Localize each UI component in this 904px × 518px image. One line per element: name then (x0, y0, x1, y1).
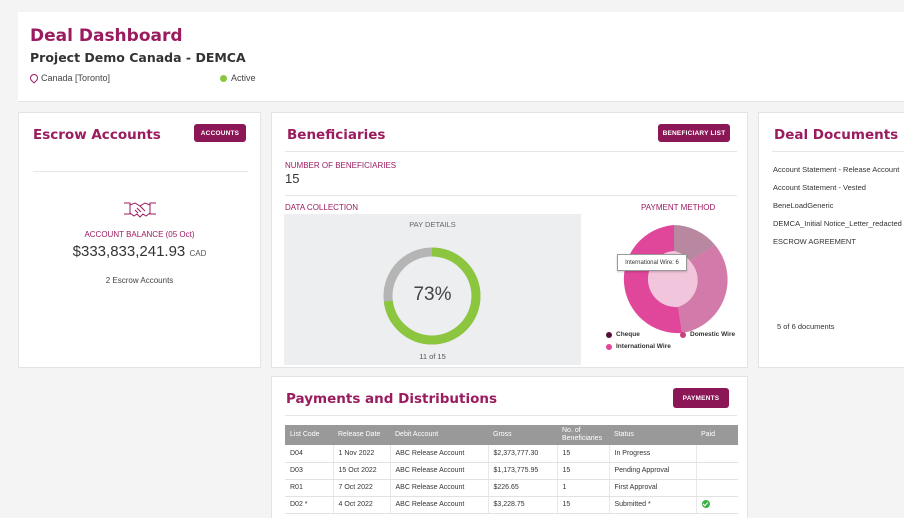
beneficiary-count-label: NUMBER OF BENEFICIARIES (285, 161, 397, 170)
cell-beneficiaries: 15 (557, 496, 610, 514)
escrow-title: Escrow Accounts (33, 127, 161, 143)
legend-international-wire: International Wire (606, 343, 671, 350)
cell-status: First Approval (609, 479, 697, 497)
column-header[interactable]: Paid (696, 425, 738, 445)
pay-details-count: 11 of 15 (419, 352, 446, 361)
divider (285, 151, 737, 152)
pay-details-percent: 73% (413, 284, 452, 305)
status-text: Active (231, 73, 256, 83)
beneficiaries-title: Beneficiaries (287, 127, 386, 143)
cell-list-code: D04 (285, 445, 334, 463)
cell-paid (696, 479, 738, 497)
cell-paid (696, 445, 738, 463)
status-dot-icon (220, 74, 227, 82)
column-header[interactable]: Gross (488, 425, 557, 445)
legend-dot-icon (606, 343, 612, 350)
cell-release-date: 1 Nov 2022 (333, 445, 391, 463)
cell-debit-account: ABC Release Account (390, 462, 489, 480)
cell-debit-account: ABC Release Account (390, 496, 489, 514)
paid-check-icon (701, 499, 710, 508)
balance-label: ACCOUNT BALANCE (05 Oct) (84, 230, 195, 239)
legend-dot-icon (606, 331, 612, 338)
payments-title: Payments and Distributions (286, 391, 498, 407)
legend-cheque: Cheque (606, 331, 640, 338)
payments-button[interactable]: PAYMENTS (673, 388, 729, 408)
location-text: Canada [Toronto] (41, 73, 111, 83)
documents-title: Deal Documents (774, 127, 899, 143)
data-collection-label: DATA COLLECTION (285, 203, 359, 212)
divider (285, 195, 737, 196)
deal-documents-card: Deal Documents Account Statement - Relea… (758, 112, 904, 368)
document-link[interactable]: BeneLoadGeneric (773, 201, 833, 210)
location-pin-icon (28, 72, 40, 84)
cell-beneficiaries: 1 (557, 479, 610, 497)
document-link[interactable]: DEMCA_Initial Notice_Letter_redacted (773, 219, 902, 228)
cell-debit-account: ABC Release Account (390, 445, 489, 463)
payment-method-donut (623, 225, 728, 334)
location: Canada [Toronto] (28, 72, 111, 84)
table-row[interactable]: R01 7 Oct 2022 ABC Release Account $226.… (285, 479, 738, 497)
deal-header: Deal Dashboard Project Demo Canada - DEM… (18, 12, 904, 102)
balance-currency: CAD (189, 249, 207, 258)
cell-gross: $3,228.75 (488, 496, 558, 514)
cell-beneficiaries: 15 (557, 462, 610, 480)
legend-domestic-wire: Domestic Wire (680, 331, 735, 338)
beneficiary-list-button[interactable]: BENEFICIARY LIST (658, 124, 730, 142)
pay-details-panel: PAY DETAILS 73% 11 of 15 (284, 214, 581, 365)
cell-release-date: 15 Oct 2022 (333, 462, 391, 480)
page-title: Deal Dashboard (30, 26, 183, 46)
document-link[interactable]: ESCROW AGREEMENT (773, 237, 856, 246)
table-row[interactable]: D03 15 Oct 2022 ABC Release Account $1,1… (285, 462, 738, 480)
table-row[interactable]: D04 1 Nov 2022 ABC Release Account $2,37… (285, 445, 738, 463)
divider (285, 415, 737, 416)
beneficiaries-card: Beneficiaries BENEFICIARY LIST NUMBER OF… (271, 112, 748, 368)
table-row[interactable]: D02 * 4 Oct 2022 ABC Release Account $3,… (285, 496, 738, 514)
cell-beneficiaries: 15 (557, 445, 610, 463)
cell-status: Submitted * (609, 496, 697, 514)
cell-gross: $1,173,775.95 (488, 462, 558, 480)
column-header[interactable]: No. of Beneficiaries (557, 425, 609, 445)
column-header[interactable]: Status (609, 425, 696, 445)
document-link[interactable]: Account Statement - Vested (773, 183, 866, 192)
payment-method-label: PAYMENT METHOD (641, 203, 716, 212)
cell-list-code: D02 * (285, 496, 334, 514)
cell-gross: $226.65 (488, 479, 558, 497)
divider (33, 171, 248, 172)
cell-debit-account: ABC Release Account (390, 479, 489, 497)
chart-tooltip: International Wire: 6 (617, 254, 687, 271)
status-badge: Active (220, 73, 256, 83)
payments-card: Payments and Distributions PAYMENTS List… (271, 376, 748, 518)
documents-count: 5 of 6 documents (777, 322, 835, 331)
cell-list-code: R01 (285, 479, 334, 497)
escrow-account-count: 2 Escrow Accounts (105, 276, 174, 285)
column-header[interactable]: Release Date (333, 425, 390, 445)
cell-status: In Progress (609, 445, 697, 463)
legend-dot-icon (680, 331, 686, 338)
cell-paid (696, 496, 738, 514)
column-header[interactable]: List Code (285, 425, 333, 445)
column-header[interactable]: Debit Account (390, 425, 488, 445)
legend-label: Cheque (616, 331, 640, 338)
cell-list-code: D03 (285, 462, 334, 480)
balance-amount: $333,833,241.93 CAD (19, 243, 260, 260)
cell-paid (696, 462, 738, 480)
table-header-row: List Code Release Date Debit Account Gro… (285, 425, 738, 445)
balance-value: $333,833,241.93 (72, 243, 186, 260)
beneficiary-count: 15 (285, 171, 300, 186)
document-link[interactable]: Account Statement - Release Account (773, 165, 899, 174)
legend-label: Domestic Wire (690, 331, 736, 338)
payments-table: List Code Release Date Debit Account Gro… (285, 425, 738, 514)
cell-release-date: 7 Oct 2022 (333, 479, 391, 497)
cell-gross: $2,373,777.30 (488, 445, 558, 463)
accounts-button[interactable]: ACCOUNTS (194, 124, 246, 142)
escrow-accounts-card: Escrow Accounts ACCOUNTS ACCOUNT BALANCE… (18, 112, 261, 368)
legend-label: International Wire (616, 343, 671, 350)
cell-release-date: 4 Oct 2022 (333, 496, 391, 514)
handshake-icon (124, 202, 156, 218)
divider (772, 151, 904, 152)
project-name: Project Demo Canada - DEMCA (30, 50, 246, 65)
cell-status: Pending Approval (609, 462, 697, 480)
